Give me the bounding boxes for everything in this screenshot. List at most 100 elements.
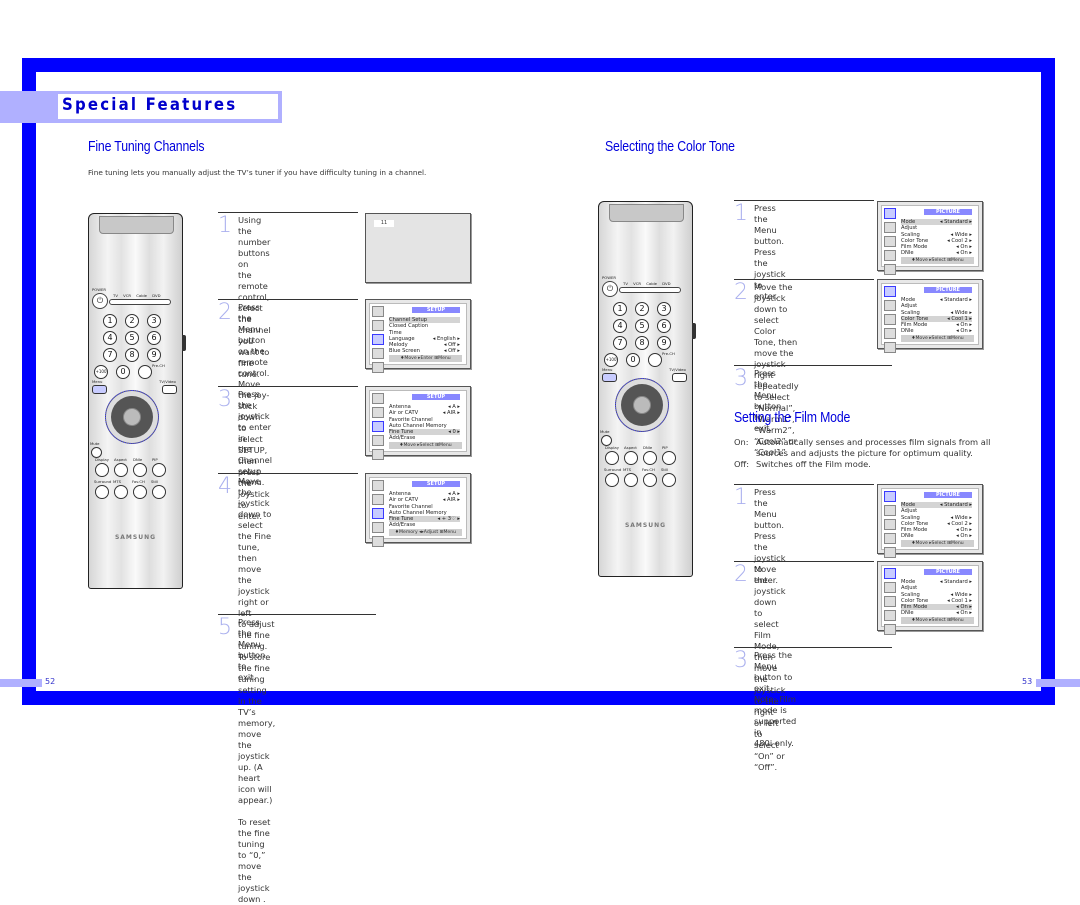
channel-setup-screen: SETUP Antenna ◂ A ▸ Air or CATV ◂ AIR ▸ Favor…	[365, 386, 471, 460]
joystick-center	[123, 408, 141, 426]
function-label: Fav.CH	[642, 467, 655, 472]
frame-border-top	[22, 58, 1055, 72]
number-key-4: 4	[103, 331, 117, 345]
frame-border-bottom	[22, 691, 1055, 705]
osd-panel: PICTURE Mode ◂ Standard ▸ Adjust Scaling ◂ Wi…	[881, 565, 979, 635]
pre-ch-key	[648, 353, 662, 367]
function-label: MTS	[623, 467, 632, 472]
number-key-6: 6	[657, 319, 671, 333]
step-divider	[218, 473, 358, 474]
menu-label: Menu	[602, 367, 613, 372]
setup-icon	[372, 435, 384, 446]
page-number-left: 52	[45, 677, 56, 686]
side-switch	[182, 335, 186, 351]
function-key	[662, 451, 676, 465]
channel-icon	[372, 508, 384, 519]
osd-menu-title: SETUP	[412, 481, 460, 487]
function-key	[133, 463, 147, 477]
input-icon	[372, 362, 384, 373]
function-label: Display	[95, 457, 109, 462]
sound-icon	[884, 582, 896, 593]
color-tone-heading: Selecting the Color Tone	[605, 138, 735, 155]
number-key-1: 1	[103, 314, 117, 328]
function-key	[624, 451, 638, 465]
function-key	[133, 485, 147, 499]
osd-menu-title: PICTURE	[924, 492, 972, 498]
power-label: POWER	[92, 287, 107, 292]
channel-icon	[372, 421, 384, 432]
function-label: DNIe	[133, 457, 143, 462]
picture-icon	[884, 491, 896, 502]
function-key	[114, 485, 128, 499]
frame-border-left	[22, 58, 36, 705]
number-key-3: 3	[657, 302, 671, 316]
channel-icon	[884, 314, 896, 325]
power-button-icon: ⏻	[92, 293, 108, 309]
sound-icon	[884, 300, 896, 311]
mode-labels: TV VCR Cable DVD	[623, 281, 671, 286]
setup-icon	[884, 610, 896, 621]
tv-video-key	[162, 385, 177, 394]
samsung-logo: SAMSUNG	[624, 522, 667, 529]
mute-label: Mute	[90, 441, 100, 446]
osd-footer-hints: ♦Memory ◂▸Adjust ⊞Menu	[389, 529, 462, 536]
step-divider	[218, 212, 358, 213]
osd-category-icons	[884, 286, 896, 356]
function-key	[152, 485, 166, 499]
osd-panel: SETUP Antenna ◂ A ▸ Air or CATV ◂ AIR ▸ Favor…	[369, 477, 467, 547]
number-key-7: 7	[103, 348, 117, 362]
osd-category-icons	[372, 306, 384, 376]
step-divider	[734, 365, 892, 366]
osd-item-value: ◂ + 3♡ ▸	[437, 516, 460, 523]
osd-footer-hints: ♦Move ▸Select ⊞Menu	[901, 617, 974, 624]
mode-labels: TV VCR Cable DVD	[113, 293, 161, 298]
function-label: MTS	[113, 479, 122, 484]
function-key	[605, 451, 619, 465]
function-key	[624, 473, 638, 487]
channel-icon	[884, 519, 896, 530]
mode-selector	[109, 299, 171, 305]
osd-item-value: ◂ AIR ▸	[442, 410, 460, 417]
remote-control-illustration: POWER ⏻ TV VCR Cable DVD 1 2 3 4 5 6 7 8 9 +100 0 Pre-…	[88, 213, 186, 589]
osd-item-value: ◂ 0 ▸	[448, 429, 460, 436]
step-text: Press the Menu button to exit.	[238, 617, 266, 682]
sound-icon	[372, 320, 384, 331]
picture-icon	[884, 208, 896, 219]
side-switch	[692, 323, 696, 339]
input-icon	[372, 536, 384, 547]
function-label: Surround	[94, 479, 112, 484]
osd-footer-hints: ♦Move ▸Select ⊞Menu	[901, 257, 974, 264]
function-key	[114, 463, 128, 477]
function-label: Aspect	[624, 445, 637, 450]
osd-menu-title: PICTURE	[924, 287, 972, 293]
input-icon	[884, 624, 896, 635]
sound-icon	[372, 407, 384, 418]
step-number: 2	[734, 280, 748, 305]
number-key-0: 0	[116, 365, 130, 379]
step-number: 2	[734, 562, 748, 587]
function-label: PIP	[662, 445, 668, 450]
osd-item-value: ◂ Standard ▸	[939, 502, 972, 508]
picture-menu-screen: PICTURE Mode ◂ Standard ▸ Adjust Scaling ◂ Wi…	[877, 201, 983, 275]
fine-tuning-intro: Fine tuning lets you manually adjust the…	[88, 168, 427, 177]
page-tab-left	[0, 679, 42, 687]
osd-category-icons	[884, 208, 896, 278]
step-number: 1	[218, 213, 232, 238]
osd-category-icons	[372, 393, 384, 463]
step-number: 3	[734, 648, 748, 673]
page-title: Special Features	[62, 95, 238, 115]
osd-footer-hints: ♦Move ▸Select ⊞Menu	[901, 540, 974, 547]
function-label: Display	[605, 445, 619, 450]
setup-icon	[884, 328, 896, 339]
number-key-5: 5	[635, 319, 649, 333]
function-label: Still	[151, 479, 159, 484]
picture-menu-screen: PICTURE Mode ◂ Standard ▸ Adjust Scaling ◂ Wi…	[877, 484, 983, 558]
film-mode-screen: PICTURE Mode ◂ Standard ▸ Adjust Scaling ◂ Wi…	[877, 561, 983, 635]
function-label: Surround	[604, 467, 622, 472]
tv-video-label: TV/Video	[159, 379, 176, 384]
setup-menu-screen: SETUP Channel Setup Closed Caption Time Lang…	[365, 299, 471, 373]
step-number: 3	[734, 366, 748, 391]
osd-panel: SETUP Antenna ◂ A ▸ Air or CATV ◂ AIR ▸ Favor…	[369, 390, 467, 460]
tv-video-label: TV/Video	[669, 367, 686, 372]
function-key	[95, 463, 109, 477]
